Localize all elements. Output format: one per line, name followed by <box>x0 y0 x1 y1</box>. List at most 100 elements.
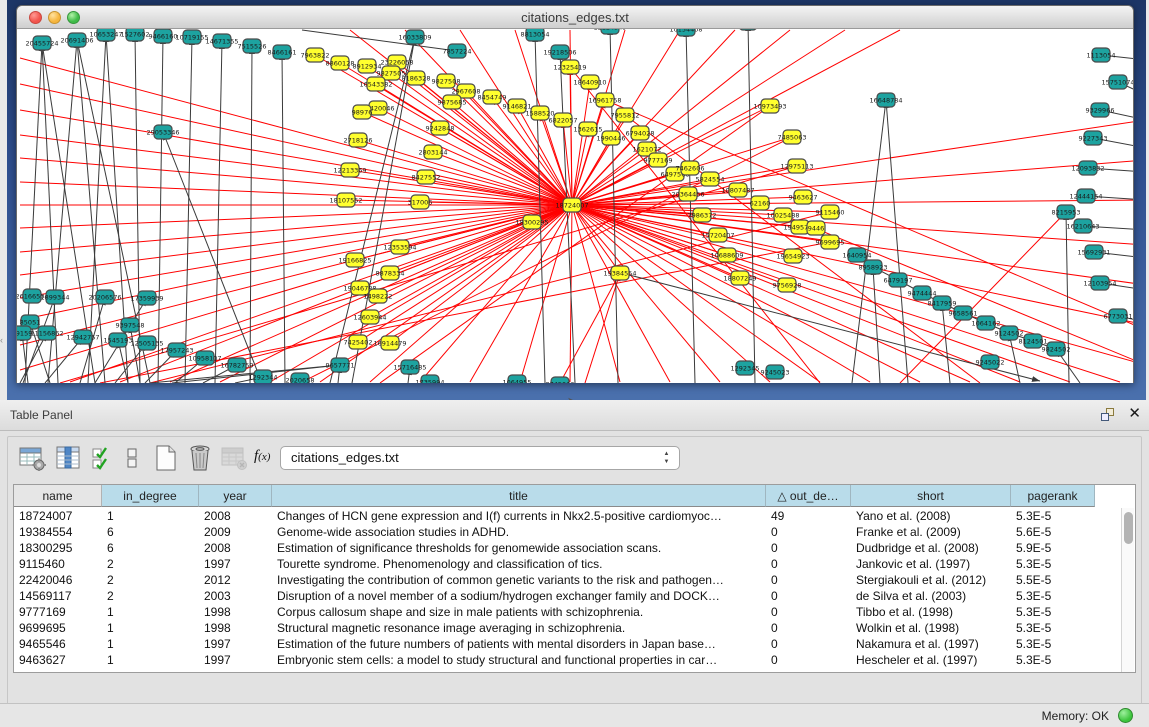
network-node[interactable]: 1545193 <box>104 333 133 347</box>
panel-collapse-handle[interactable]: ‹ <box>0 332 7 348</box>
memory-ok-indicator[interactable] <box>1118 708 1133 723</box>
edit-values-icon[interactable] <box>90 444 118 472</box>
svg-text:2020658: 2020658 <box>286 377 315 384</box>
network-node[interactable]: 10807487 <box>721 183 754 197</box>
column-header-short[interactable]: short <box>851 485 1011 507</box>
network-node[interactable]: 1735994 <box>416 375 445 383</box>
network-node[interactable]: 317006 <box>408 195 433 209</box>
network-node[interactable]: 12124549 <box>593 29 626 34</box>
table-row[interactable]: 911546021997Tourette syndrome. Phenomeno… <box>14 556 1114 572</box>
network-node[interactable]: 6794028 <box>626 126 655 140</box>
citation-network-graph[interactable]: 1872400779638228860128891293423226058982… <box>17 29 1133 383</box>
network-node[interactable]: 19218506 <box>543 45 576 59</box>
network-node[interactable]: 8466161 <box>268 45 297 59</box>
network-node[interactable]: 8813054 <box>521 29 550 41</box>
network-node[interactable]: 15716485 <box>393 360 426 374</box>
network-node[interactable]: 10653247 <box>89 29 122 41</box>
network-node[interactable]: 1113054 <box>1087 48 1116 62</box>
table-panel: Table Panel ✕ <box>0 400 1149 727</box>
network-node[interactable]: 2020658 <box>286 373 315 383</box>
network-node[interactable]: 7425402 <box>344 335 373 349</box>
network-node[interactable]: 8878334 <box>376 266 405 280</box>
network-node[interactable]: 9329966 <box>1086 103 1115 117</box>
network-node[interactable]: 7955812 <box>611 108 640 122</box>
column-header-year[interactable]: year <box>199 485 272 507</box>
network-node[interactable]: 16033809 <box>398 30 431 44</box>
table-row[interactable]: 977716911998Corpus callosum shape and si… <box>14 604 1114 620</box>
delete-table-icon[interactable] <box>186 444 214 472</box>
network-node[interactable]: 1527602 <box>121 29 150 41</box>
network-node[interactable]: 15692931 <box>1077 245 1110 259</box>
network-node[interactable]: 1064955 <box>503 375 532 383</box>
network-node[interactable]: 12217991 <box>731 29 764 30</box>
table-row[interactable]: 946554611997Estimation of the future num… <box>14 636 1114 652</box>
network-node[interactable]: 10973493 <box>753 99 786 113</box>
network-node[interactable]: 9242848 <box>426 121 455 135</box>
network-node[interactable]: 19166825 <box>338 253 371 267</box>
float-panel-icon[interactable] <box>1101 408 1115 422</box>
network-node[interactable]: 9756928 <box>773 278 802 292</box>
network-node[interactable]: 7986372 <box>688 208 717 222</box>
table-row[interactable]: 2242004622012Investigating the contribut… <box>14 572 1114 588</box>
column-header-title[interactable]: title <box>272 485 766 507</box>
table-row[interactable]: 969969511998Structural magnetic resonanc… <box>14 620 1114 636</box>
network-node[interactable]: 12093832 <box>1071 161 1104 175</box>
close-panel-icon[interactable]: ✕ <box>1128 405 1141 422</box>
network-node[interactable]: 14671355 <box>205 34 238 48</box>
network-node[interactable]: 12975113 <box>780 159 813 173</box>
network-node[interactable]: 9463627 <box>789 190 818 204</box>
network-node[interactable]: 12103954 <box>1083 276 1116 290</box>
network-node[interactable]: 10719155 <box>175 30 208 44</box>
network-node[interactable]: 16914479 <box>373 336 406 350</box>
network-node[interactable]: 16782759 <box>220 358 253 372</box>
network-node[interactable]: 20206576 <box>88 290 121 304</box>
network-node[interactable]: 12325419 <box>553 60 586 74</box>
table-row[interactable]: 1830029562008Estimation of significance … <box>14 540 1114 556</box>
network-node[interactable]: 2803144 <box>419 145 448 159</box>
select-columns-icon[interactable] <box>54 444 82 472</box>
svg-text:9777169: 9777169 <box>644 157 673 165</box>
network-node[interactable]: 17359939 <box>130 291 163 305</box>
network-node[interactable]: 7857224 <box>443 44 472 58</box>
network-node[interactable]: 7515526 <box>238 39 267 53</box>
table-row[interactable]: 1872400712008Changes of HCN gene express… <box>14 508 1114 524</box>
scrollbar-thumb[interactable] <box>1124 512 1133 544</box>
create-table-icon[interactable] <box>152 444 180 472</box>
svg-text:9242848: 9242848 <box>426 125 455 133</box>
network-node[interactable]: 9227343 <box>1079 131 1108 145</box>
column-header-in_degree[interactable]: in_degree <box>102 485 199 507</box>
table-scrollbar[interactable] <box>1121 508 1134 672</box>
network-node[interactable]: 5824554 <box>696 172 725 186</box>
function-builder-icon[interactable]: f(x) <box>254 448 282 476</box>
column-header-pagerank[interactable]: pagerank <box>1011 485 1095 507</box>
network-node[interactable]: 9657771 <box>326 358 355 372</box>
network-node[interactable]: 9466160 <box>149 29 178 43</box>
table-row[interactable]: 1938455462009Genome-wide association stu… <box>14 524 1114 540</box>
svg-text:16648784: 16648784 <box>869 97 902 105</box>
table-settings-icon[interactable] <box>18 444 46 472</box>
table-row[interactable]: 946362711997Embryonic stem cells: a mode… <box>14 652 1114 668</box>
table-cell: Tibbo et al. (1998) <box>851 604 1011 620</box>
network-node[interactable]: 9827508 <box>432 74 461 88</box>
network-node[interactable]: 9115460 <box>816 205 845 219</box>
table-row[interactable]: 1456911722003Disruption of a novel membe… <box>14 588 1114 604</box>
network-canvas[interactable]: 1872400779638228860128891293423226058982… <box>17 29 1133 383</box>
svg-text:5824554: 5824554 <box>696 176 725 184</box>
network-node[interactable]: 8215953 <box>1052 205 1081 219</box>
network-node[interactable]: 16210643 <box>1066 219 1099 233</box>
network-node[interactable]: 98976 <box>352 105 373 119</box>
window-titlebar[interactable]: citations_edges.txt <box>17 6 1133 29</box>
network-node[interactable]: 62160 <box>750 196 771 210</box>
network-node[interactable]: 10154408 <box>669 29 702 36</box>
network-node[interactable]: 9446 <box>807 221 825 235</box>
svg-text:1990446: 1990446 <box>597 135 626 143</box>
table-selector-dropdown[interactable]: citations_edges.txt ▲▼ <box>280 446 680 470</box>
column-header-name[interactable]: name <box>14 485 102 507</box>
network-node[interactable]: 9699695 <box>816 235 845 249</box>
svg-text:16914479: 16914479 <box>373 340 406 348</box>
column-header-out_de[interactable]: △ out_de… <box>766 485 851 507</box>
network-node[interactable]: 16648784 <box>869 93 902 107</box>
network-node[interactable]: 8860128 <box>326 56 355 70</box>
rows-icon[interactable] <box>124 444 142 472</box>
network-node[interactable]: 20455724 <box>25 36 58 50</box>
